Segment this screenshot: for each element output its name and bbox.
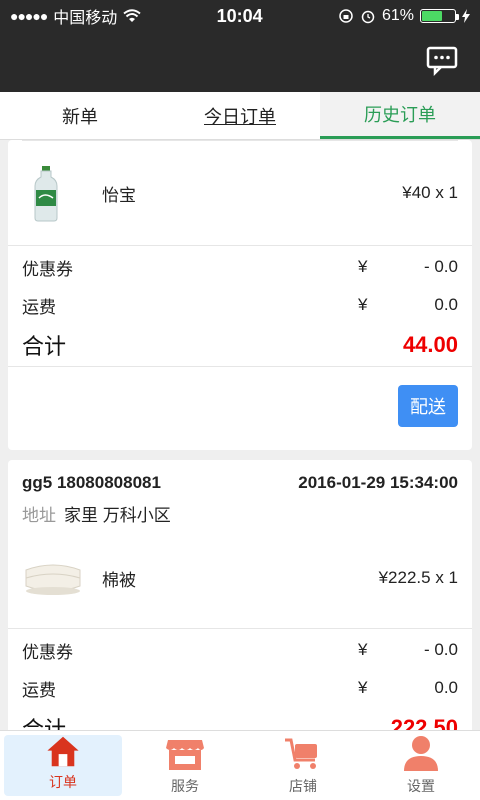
tab-history[interactable]: 历史订单 [320,92,480,139]
customer-info: gg5 18080808081 [22,473,161,492]
item-price: ¥222.5 x 1 [378,568,458,587]
status-bar: ●●●●● 中国移动 10:04 61% [0,0,480,32]
order-card: gg5 18080808081 2016-01-29 15:34:00 地址 家… [8,460,472,730]
order-time: 2016-01-29 15:34:00 [298,473,458,492]
signal-icon: ●●●●● [10,8,48,24]
wifi-icon [123,9,141,22]
nav-store[interactable]: 店铺 [244,731,362,800]
item-name: 棉被 [102,570,136,590]
battery-percent: 61% [381,7,414,24]
status-time: 10:04 [216,5,263,26]
app-header: ●●●●● 中国移动 10:04 61% [0,0,480,92]
water-bottle-image [34,166,58,222]
order-card: 怡宝 ¥40 x 1 优惠券 ¥ - 0.0 运费 ¥ 0.0 合计 44.00… [8,140,472,450]
coupon-row: 优惠券 ¥ - 0.0 [22,640,458,662]
quilt-image [25,564,81,595]
total-amount: 44.00 [402,332,458,357]
nav-service[interactable]: 服务 [126,731,244,800]
nav-orders[interactable]: 订单 [4,735,122,796]
total-row: 合计 222.50 [8,707,472,730]
charging-icon [462,9,470,23]
order-tabs: 新单 今日订单 历史订单 [0,92,480,140]
shopping-cart-icon [285,738,317,769]
carrier-name: 中国移动 [53,10,118,27]
total-row: 合计 44.00 [22,332,458,359]
rotation-lock-icon [339,9,353,23]
shipping-row: 运费 ¥ 0.0 [22,295,458,317]
deliver-button[interactable]: 配送 [398,385,458,427]
alarm-icon [361,10,375,24]
order-header: gg5 18080808081 2016-01-29 15:34:00 地址 家… [8,460,472,528]
bottom-nav: 订单 服务 店铺 设置 [0,730,480,800]
address-value: 家里 万科小区 [64,505,171,525]
item-price: ¥40 x 1 [402,183,458,202]
coupon-row: 优惠券 ¥ - 0.0 [22,257,458,279]
order-item-row: 棉被 ¥222.5 x 1 [8,528,472,628]
total-amount: 222.50 [390,715,458,730]
message-icon[interactable] [426,44,458,76]
battery-icon [420,9,459,23]
item-name: 怡宝 [102,185,136,205]
tab-new[interactable]: 新单 [0,92,160,139]
home-icon [47,736,79,767]
user-icon [404,736,438,771]
address-label: 地址 [22,505,56,525]
shipping-row: 运费 ¥ 0.0 [22,678,458,700]
order-list[interactable]: 怡宝 ¥40 x 1 优惠券 ¥ - 0.0 运费 ¥ 0.0 合计 44.00… [0,140,480,730]
shop-front-icon [166,740,204,770]
tab-today[interactable]: 今日订单 [160,92,320,139]
nav-settings[interactable]: 设置 [362,731,480,800]
order-item-row: 怡宝 ¥40 x 1 [8,141,472,245]
